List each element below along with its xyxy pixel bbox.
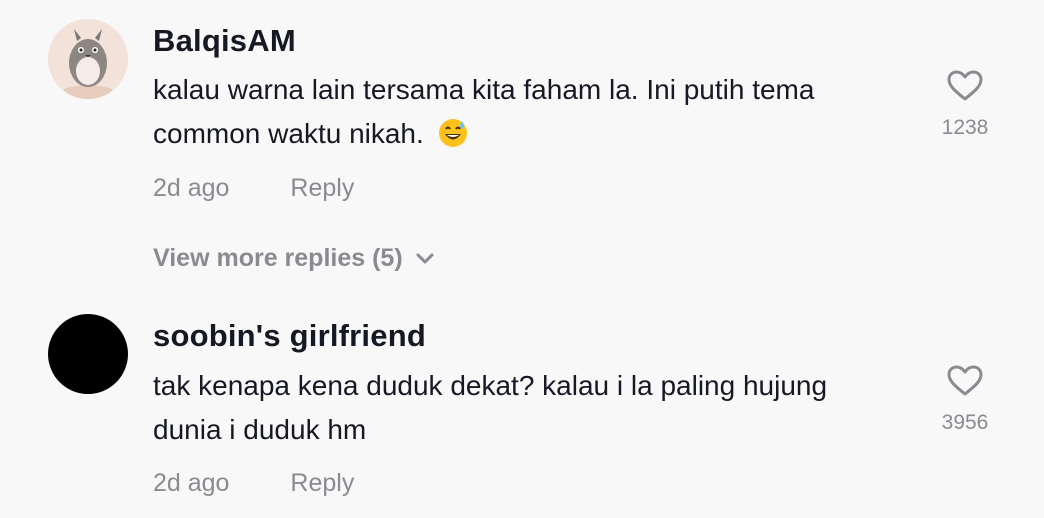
- reply-button[interactable]: Reply: [290, 174, 354, 203]
- heart-icon: [947, 365, 983, 396]
- comment-text-body: kalau warna lain tersama kita faham la. …: [153, 74, 815, 149]
- comment-time: 2d ago: [153, 174, 230, 202]
- view-more-label: View more replies (5): [153, 244, 403, 272]
- chevron-down-icon: [416, 253, 434, 264]
- avatar[interactable]: [48, 19, 128, 99]
- like-button[interactable]: 3956: [920, 365, 1010, 435]
- comment-username[interactable]: soobin's girlfriend: [153, 318, 426, 354]
- comment-meta: 2d ago Reply: [153, 174, 354, 203]
- like-button[interactable]: 1238: [920, 70, 1010, 140]
- comment-text: tak kenapa kena duduk dekat? kalau i la …: [153, 370, 828, 445]
- comment-text: kalau warna lain tersama kita faham la. …: [153, 68, 913, 156]
- comment-meta: 2d ago Reply: [153, 469, 354, 498]
- view-more-replies-button[interactable]: View more replies (5): [153, 244, 435, 273]
- comment-time: 2d ago: [153, 469, 230, 497]
- heart-icon: [947, 70, 983, 101]
- totoro-avatar-icon: [48, 19, 128, 99]
- reply-button[interactable]: Reply: [290, 469, 354, 498]
- like-count: 1238: [941, 116, 989, 139]
- like-count: 3956: [941, 411, 989, 434]
- comment-username[interactable]: BalqisAM: [153, 23, 296, 59]
- sweat-smile-emoji-icon: [438, 117, 468, 147]
- avatar[interactable]: [48, 314, 128, 394]
